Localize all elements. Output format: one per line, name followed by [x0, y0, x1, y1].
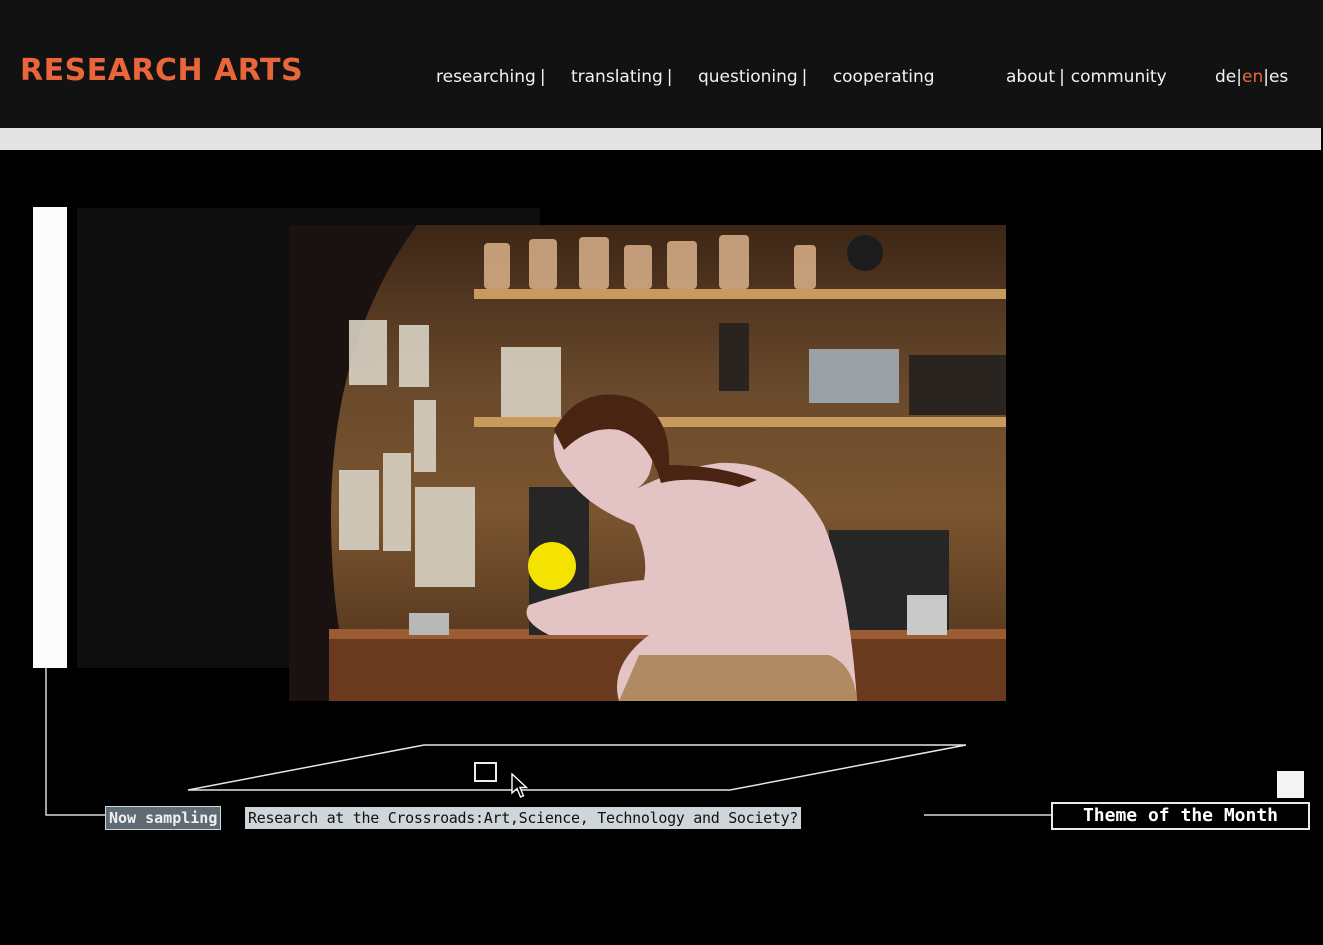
nav-translating[interactable]: translating	[571, 67, 663, 87]
lang-de[interactable]: de	[1215, 67, 1236, 87]
featured-photo[interactable]	[289, 225, 1006, 701]
nav-separator: |	[539, 67, 546, 87]
secondary-nav: about | community	[1006, 69, 1167, 86]
now-sampling-label: Now sampling	[105, 806, 222, 830]
small-outline-box[interactable]	[474, 762, 497, 782]
nav-about[interactable]: about	[1006, 67, 1055, 87]
theme-of-month-button[interactable]: Theme of the Month	[1051, 802, 1310, 830]
site-logo[interactable]: RESEARCH ARTS	[20, 56, 303, 86]
perspective-frame	[187, 744, 967, 791]
nav-questioning[interactable]: questioning	[698, 67, 798, 87]
nav-separator: |	[666, 67, 673, 87]
nav-researching[interactable]: researching	[436, 67, 536, 87]
highlight-dot[interactable]	[528, 542, 576, 590]
nav-separator: |	[801, 67, 808, 87]
language-switcher: de|en|es	[1215, 69, 1288, 86]
nav-community[interactable]: community	[1071, 67, 1167, 87]
lang-es[interactable]: es	[1269, 67, 1288, 87]
lang-en[interactable]: en	[1242, 67, 1263, 87]
main-nav: researching | translating | questioning | c…	[436, 69, 949, 86]
nav-cooperating[interactable]: cooperating	[833, 67, 935, 87]
nav-separator: |	[1059, 67, 1065, 87]
site-header: RESEARCH ARTS researching | translating | …	[0, 0, 1323, 128]
sample-title-link[interactable]: Research at the Crossroads:Art,Science, …	[245, 807, 802, 829]
vertical-slider-strip[interactable]	[33, 207, 67, 668]
header-divider-bar	[0, 128, 1321, 150]
theme-toggle-square[interactable]	[1277, 771, 1304, 798]
cursor-arrow-icon	[511, 773, 529, 798]
left-connector-line	[45, 668, 105, 816]
